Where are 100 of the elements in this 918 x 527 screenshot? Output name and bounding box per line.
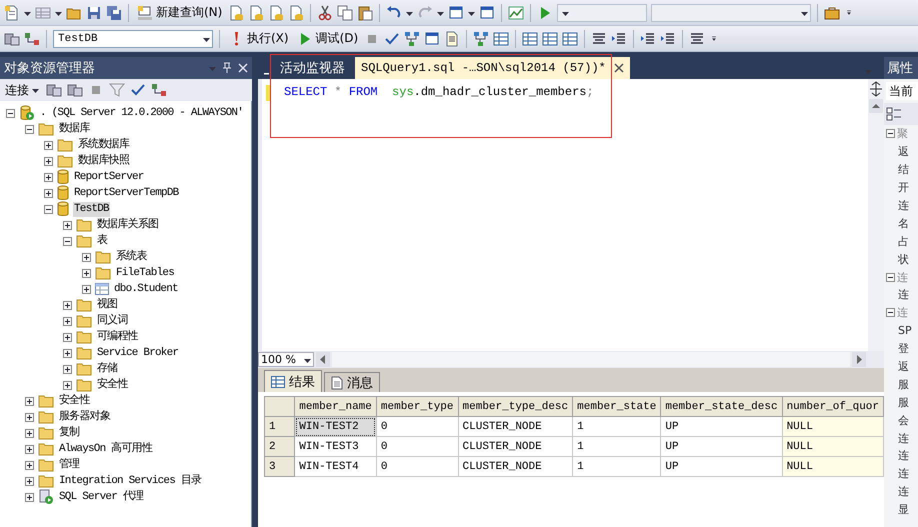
- tree-item[interactable]: ReportServerTempDB: [73, 186, 180, 200]
- tree-item[interactable]: SQL Server 代理: [58, 490, 144, 504]
- tree-item[interactable]: 管理: [58, 458, 80, 472]
- collapse-icon[interactable]: [25, 124, 34, 134]
- diagram-icon[interactable]: [404, 30, 420, 46]
- window-icon[interactable]: [424, 30, 440, 46]
- document-icon[interactable]: [444, 30, 460, 46]
- toolbox-icon[interactable]: [824, 4, 840, 20]
- expand-icon[interactable]: [44, 140, 53, 150]
- document-icon[interactable]: [4, 4, 20, 20]
- computer-icon[interactable]: [137, 4, 153, 20]
- tree-item[interactable]: AlwaysOn 高可用性: [58, 442, 154, 456]
- expand-icon[interactable]: [25, 492, 34, 502]
- tree-item[interactable]: 表: [96, 234, 108, 248]
- tree-item[interactable]: FileTables: [115, 266, 176, 280]
- tree-item[interactable]: 系统表: [115, 250, 148, 264]
- indent-icon[interactable]: [640, 30, 656, 46]
- indent-icon[interactable]: [660, 30, 676, 46]
- paste-icon[interactable]: [357, 4, 374, 20]
- expand-icon[interactable]: [44, 188, 53, 198]
- server-connect-icon[interactable]: [4, 30, 20, 46]
- expand-icon[interactable]: [25, 476, 34, 486]
- database-document-icon[interactable]: [228, 4, 244, 20]
- object-dropdown[interactable]: 当前: [886, 82, 918, 100]
- collapse-icon[interactable]: [6, 108, 15, 118]
- lines-icon[interactable]: [689, 30, 706, 46]
- lines-icon[interactable]: [591, 30, 608, 46]
- scroll-up-icon[interactable]: [869, 99, 883, 113]
- result-tab[interactable]: 消息: [324, 372, 380, 392]
- new-query-button[interactable]: 新建查询(N): [135, 4, 224, 21]
- database-document-icon[interactable]: [248, 4, 264, 20]
- tree-item[interactable]: 视图: [96, 298, 118, 312]
- tree-item[interactable]: . (SQL Server 12.0.2000 - ALWAYSON': [39, 106, 244, 120]
- tree-item[interactable]: 复制: [58, 426, 80, 440]
- expand-icon[interactable]: [63, 300, 72, 310]
- server-connect-icon[interactable]: [46, 82, 62, 98]
- tree-item[interactable]: TestDB: [73, 202, 110, 216]
- categorized-icon[interactable]: [886, 106, 902, 122]
- indent-icon[interactable]: [611, 30, 628, 46]
- tree-item[interactable]: 安全性: [96, 378, 129, 392]
- debug-button[interactable]: 调试(D): [294, 30, 360, 47]
- tree-item[interactable]: dbo.Student: [113, 282, 179, 296]
- window-icon[interactable]: [448, 4, 464, 20]
- collapse-icon[interactable]: [886, 129, 895, 138]
- expand-icon[interactable]: [63, 348, 72, 358]
- tree-item[interactable]: 安全性: [58, 394, 91, 408]
- collapse-icon[interactable]: [886, 272, 895, 282]
- zoom-dropdown[interactable]: 100 %: [258, 352, 314, 367]
- expand-icon[interactable]: [63, 380, 72, 390]
- result-tab[interactable]: 结果: [264, 370, 322, 392]
- expand-icon[interactable]: [25, 460, 34, 470]
- scroll-right-icon[interactable]: [852, 352, 866, 367]
- collapse-icon[interactable]: [63, 236, 72, 246]
- table-icon[interactable]: [562, 30, 578, 46]
- diagram-icon[interactable]: [473, 30, 490, 46]
- expand-icon[interactable]: [25, 428, 34, 438]
- column-header[interactable]: member_name: [294, 396, 376, 416]
- table-icon[interactable]: [542, 30, 558, 46]
- tree-item[interactable]: 服务器对象: [58, 410, 112, 424]
- expand-icon[interactable]: [82, 268, 91, 278]
- expand-icon[interactable]: [82, 284, 91, 294]
- copy-icon[interactable]: [337, 4, 354, 20]
- expand-icon[interactable]: [44, 156, 53, 166]
- check-icon[interactable]: [384, 30, 400, 46]
- tree-item[interactable]: 可编程性: [96, 330, 139, 344]
- database-dropdown[interactable]: TestDB: [53, 30, 213, 48]
- tree-item[interactable]: 系统数据库: [77, 138, 130, 152]
- execute-button[interactable]: 执行(X): [226, 30, 291, 47]
- split-icon[interactable]: [869, 81, 883, 97]
- document-tab[interactable]: SQLQuery1.sql -…SON\sql2014 (57))*: [355, 57, 630, 79]
- document-tab[interactable]: 活动监视器: [274, 57, 351, 79]
- column-header[interactable]: member_type_desc: [458, 396, 573, 416]
- window-icon[interactable]: [479, 4, 496, 20]
- save-icon[interactable]: [86, 4, 102, 20]
- tree-item[interactable]: Service Broker: [96, 346, 180, 360]
- table-icon[interactable]: [522, 30, 538, 46]
- chart-icon[interactable]: [508, 4, 524, 20]
- column-header[interactable]: member_type: [376, 396, 458, 416]
- collapse-icon[interactable]: [44, 204, 53, 214]
- expand-icon[interactable]: [63, 220, 72, 230]
- column-header[interactable]: number_of_quor: [782, 396, 884, 416]
- column-header[interactable]: member_state_desc: [660, 396, 782, 416]
- close-icon[interactable]: [614, 63, 624, 73]
- scissors-icon[interactable]: [317, 4, 334, 20]
- database-document-icon[interactable]: [268, 4, 284, 20]
- tree-item[interactable]: Integration Services 目录: [58, 474, 202, 488]
- server-connect-icon[interactable]: [67, 82, 83, 98]
- network-icon[interactable]: [24, 30, 40, 46]
- table-icon[interactable]: [493, 30, 510, 46]
- save-all-icon[interactable]: [106, 4, 122, 20]
- expand-icon[interactable]: [63, 316, 72, 326]
- expand-icon[interactable]: [25, 396, 34, 406]
- collapse-icon[interactable]: [886, 308, 895, 318]
- expand-icon[interactable]: [25, 412, 34, 422]
- tree-item[interactable]: 同义词: [96, 314, 129, 328]
- check-icon[interactable]: [130, 82, 146, 98]
- undo-icon[interactable]: [386, 4, 402, 20]
- expand-icon[interactable]: [44, 172, 53, 182]
- expand-icon[interactable]: [63, 364, 72, 374]
- connect-button[interactable]: 连接: [3, 82, 41, 98]
